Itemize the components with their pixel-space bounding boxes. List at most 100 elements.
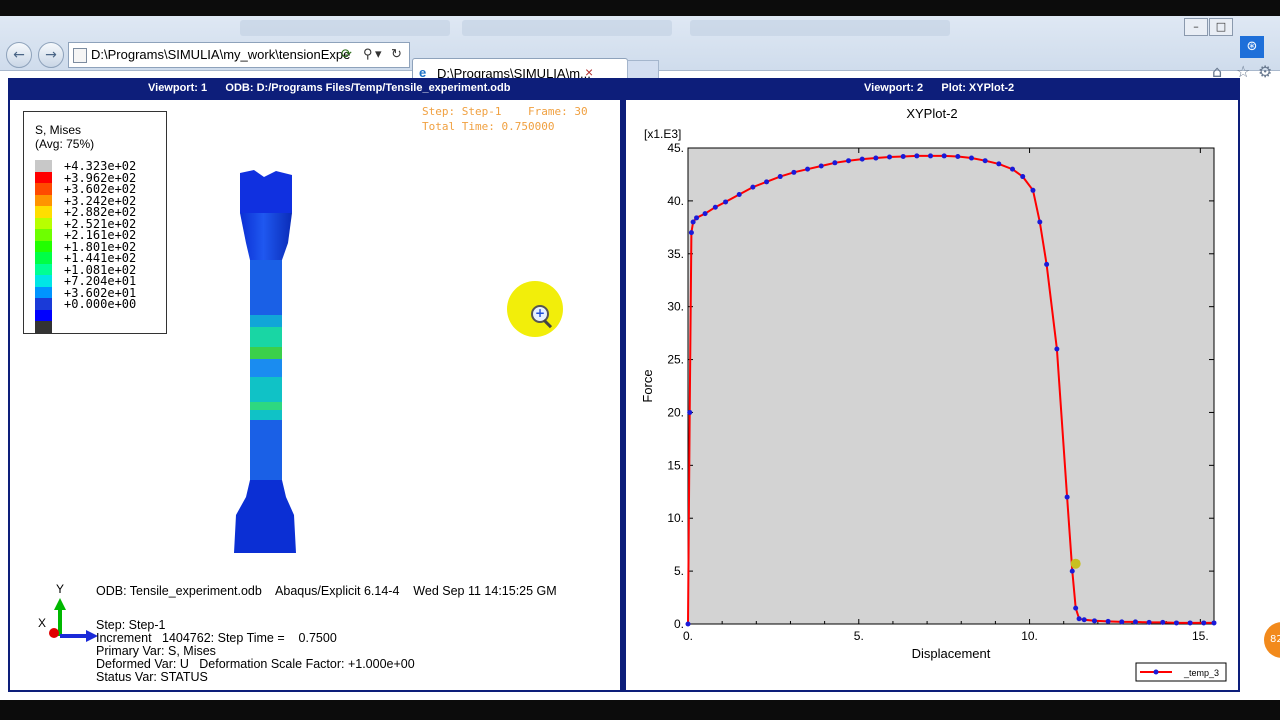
y-tick-label: 25.: [667, 353, 684, 367]
series-marker: [1069, 568, 1075, 574]
series-marker: [982, 158, 988, 164]
legend-swatch: [35, 217, 52, 229]
x-axis-label: Displacement: [912, 646, 991, 661]
y-tick-label: 5.: [674, 564, 684, 578]
legend-swatch: [35, 194, 52, 206]
floating-badge[interactable]: 82: [1264, 622, 1280, 658]
info-status-var: Status Var: STATUS: [96, 670, 208, 684]
y-tick-label: 45.: [667, 141, 684, 155]
series-marker: [1132, 619, 1138, 625]
y-tick-label: 35.: [667, 247, 684, 261]
background-tab[interactable]: [240, 20, 450, 36]
series-marker: [873, 155, 879, 161]
y-multiplier-label: [x1.E3]: [644, 127, 681, 141]
total-time-label: Total Time: 0.750000: [422, 120, 555, 133]
legend-swatch: [35, 160, 52, 172]
legend-swatch: [35, 263, 52, 275]
series-marker: [1119, 619, 1125, 625]
compat-icon[interactable]: ⟳: [341, 46, 352, 62]
legend-swatch: [35, 275, 52, 287]
viewport1-title: Viewport: 1 ODB: D:/Programs Files/Temp/…: [148, 82, 511, 94]
series-marker: [1020, 174, 1026, 180]
plot-legend-label: _temp_3: [1183, 668, 1219, 678]
info-primary-var: Primary Var: S, Mises: [96, 644, 216, 658]
series-marker: [1160, 619, 1166, 625]
address-text: D:\Programs\SIMULIA\my_work\tensionExpe: [91, 47, 351, 62]
series-marker: [687, 409, 693, 415]
minimize-icon[interactable]: –: [1184, 18, 1208, 36]
legend-swatch: [35, 321, 52, 333]
series-marker: [941, 153, 947, 159]
viewport-2[interactable]: XYPlot-2 0. 5. 10. 15. 20. 25. 30. 35. 40. 45. 0. 5…: [626, 100, 1238, 690]
specimen-model[interactable]: [220, 165, 340, 565]
series-marker: [690, 219, 696, 225]
plot-area: [687, 147, 1215, 625]
series-marker: [1076, 616, 1082, 622]
legend-swatch: [35, 183, 52, 195]
y-tick-label: 10.: [667, 511, 684, 525]
legend-value: +0.000e+00: [64, 297, 137, 311]
maximize-icon[interactable]: □: [1209, 18, 1233, 36]
series-marker: [1201, 620, 1207, 626]
series-marker: [1146, 619, 1152, 625]
settings-gear-icon[interactable]: ⚙: [1258, 62, 1272, 81]
x-tick-label: 15.: [1192, 629, 1209, 643]
forward-icon[interactable]: →: [38, 42, 64, 68]
y-tick-label: 20.: [667, 405, 684, 419]
series-marker: [750, 184, 756, 190]
series-marker: [1173, 620, 1179, 626]
plot-legend-marker: [1153, 669, 1159, 675]
series-marker: [805, 166, 811, 172]
y-tick-label: 15.: [667, 458, 684, 472]
series-marker: [685, 621, 691, 627]
series-marker: [1009, 166, 1015, 172]
series-marker: [736, 192, 742, 198]
series-marker: [1073, 605, 1079, 611]
series-marker: [832, 160, 838, 166]
refresh-icon[interactable]: ↻: [391, 46, 402, 62]
y-axis-label: Force: [640, 369, 655, 402]
series-marker: [791, 169, 797, 175]
xy-plot[interactable]: 0.5.10.15.20.25.30.35.40.45.0. 5. 10. 15.[x…: [626, 100, 1238, 690]
viewport-1[interactable]: S, Mises (Avg: 75%) +4.323e+02 +3.962e+02…: [10, 100, 620, 690]
series-marker: [1030, 187, 1036, 193]
search-icon[interactable]: ⚲: [363, 46, 373, 62]
series-marker: [1044, 261, 1050, 267]
legend-swatch: [35, 229, 52, 241]
contour-legend: S, Mises (Avg: 75%) +4.323e+02 +3.962e+02…: [23, 111, 167, 334]
series-marker: [688, 230, 694, 236]
legend-title: S, Mises: [35, 123, 82, 137]
series-marker: [1081, 617, 1087, 623]
background-tab[interactable]: [462, 20, 672, 36]
series-marker: [777, 174, 783, 180]
series-marker: [887, 154, 893, 160]
series-marker: [968, 155, 974, 161]
dropdown-icon[interactable]: ▾: [375, 46, 382, 62]
background-tab[interactable]: [690, 20, 950, 36]
legend-swatch: [35, 309, 52, 321]
series-marker: [723, 199, 729, 205]
legend-subtitle: (Avg: 75%): [35, 137, 95, 151]
axis-y-label: Y: [56, 582, 65, 596]
x-tick-label: 10.: [1021, 629, 1038, 643]
series-marker: [1105, 618, 1111, 624]
abaqus-viewer: Viewport: 1 ODB: D:/Programs Files/Temp/…: [8, 78, 1240, 692]
series-marker: [1064, 494, 1070, 500]
address-bar[interactable]: D:\Programs\SIMULIA\my_work\tensionExpe …: [68, 42, 410, 68]
series-marker: [712, 204, 718, 210]
series-marker: [846, 158, 852, 164]
back-icon[interactable]: ←: [6, 42, 32, 68]
series-marker: [1187, 620, 1193, 626]
series-marker: [702, 211, 708, 217]
info-step: Step: Step-1: [96, 618, 166, 632]
info-deformed-var: Deformed Var: U Deformation Scale Factor…: [96, 657, 415, 671]
y-tick-label: 30.: [667, 300, 684, 314]
series-marker: [818, 163, 824, 169]
series-marker: [1211, 620, 1217, 626]
series-marker: [1037, 219, 1043, 225]
series-marker: [900, 153, 906, 159]
highlight-point: [1070, 558, 1081, 569]
page-icon: [73, 48, 87, 63]
info-increment: Increment 1404762: Step Time = 0.7500: [96, 631, 337, 645]
screen-top-bar: [0, 0, 1280, 16]
